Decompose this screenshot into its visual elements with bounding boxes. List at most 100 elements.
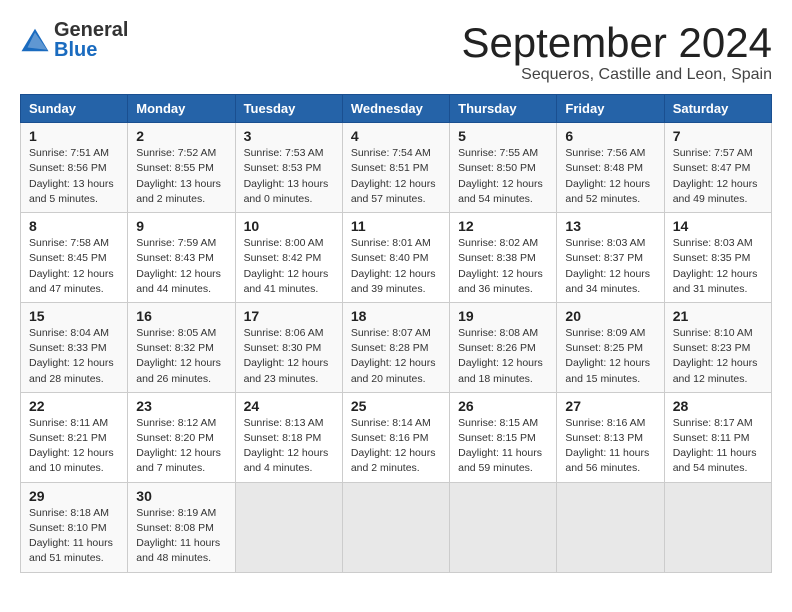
calendar-cell: 24Sunrise: 8:13 AMSunset: 8:18 PMDayligh… <box>235 392 342 482</box>
day-info: Sunrise: 8:00 AMSunset: 8:42 PMDaylight:… <box>244 236 334 297</box>
day-info: Sunrise: 8:16 AMSunset: 8:13 PMDaylight:… <box>565 416 655 477</box>
calendar-cell: 18Sunrise: 8:07 AMSunset: 8:28 PMDayligh… <box>342 302 449 392</box>
calendar-cell: 4 Sunrise: 7:54 AMSunset: 8:51 PMDaylight… <box>342 123 449 213</box>
calendar-week-row: 1 Sunrise: 7:51 AMSunset: 8:56 PMDaylight… <box>21 123 772 213</box>
logo-general: General <box>54 20 128 40</box>
day-info: Sunrise: 8:06 AMSunset: 8:30 PMDaylight:… <box>244 326 334 387</box>
logo-icon <box>20 25 50 55</box>
day-number: 29 <box>29 488 119 504</box>
day-info: Sunrise: 8:08 AMSunset: 8:26 PMDaylight:… <box>458 326 548 387</box>
header: General Blue September 2024 Sequeros, Ca… <box>20 20 772 84</box>
col-header-tuesday: Tuesday <box>235 95 342 123</box>
calendar-header-row: SundayMondayTuesdayWednesdayThursdayFrid… <box>21 95 772 123</box>
logo-blue: Blue <box>54 40 128 60</box>
day-number: 7 <box>673 128 763 144</box>
calendar-week-row: 15 Sunrise: 8:04 AMSunset: 8:33 PMDayligh… <box>21 302 772 392</box>
day-info: Sunrise: 8:14 AMSunset: 8:16 PMDaylight:… <box>351 416 441 477</box>
day-info: Sunrise: 8:18 AMSunset: 8:10 PMDaylight:… <box>29 506 119 567</box>
day-info: Sunrise: 7:59 AMSunset: 8:43 PMDaylight:… <box>136 236 226 297</box>
day-info: Sunrise: 8:03 AMSunset: 8:37 PMDaylight:… <box>565 236 655 297</box>
day-number: 13 <box>565 218 655 234</box>
calendar-cell: 8 Sunrise: 7:58 AMSunset: 8:45 PMDaylight… <box>21 213 128 303</box>
calendar-week-row: 22 Sunrise: 8:11 AMSunset: 8:21 PMDayligh… <box>21 392 772 482</box>
col-header-saturday: Saturday <box>664 95 771 123</box>
calendar-cell: 14 Sunrise: 8:03 AMSunset: 8:35 PMDayligh… <box>664 213 771 303</box>
col-header-sunday: Sunday <box>21 95 128 123</box>
calendar-table: SundayMondayTuesdayWednesdayThursdayFrid… <box>20 94 772 572</box>
calendar-cell: 29 Sunrise: 8:18 AMSunset: 8:10 PMDayligh… <box>21 482 128 572</box>
day-number: 23 <box>136 398 226 414</box>
day-number: 17 <box>244 308 334 324</box>
month-title: September 2024 <box>461 20 772 66</box>
calendar-cell: 26Sunrise: 8:15 AMSunset: 8:15 PMDayligh… <box>450 392 557 482</box>
day-number: 10 <box>244 218 334 234</box>
calendar-cell <box>342 482 449 572</box>
day-number: 24 <box>244 398 334 414</box>
calendar-cell: 1 Sunrise: 7:51 AMSunset: 8:56 PMDaylight… <box>21 123 128 213</box>
day-info: Sunrise: 8:03 AMSunset: 8:35 PMDaylight:… <box>673 236 763 297</box>
calendar-cell: 27 Sunrise: 8:16 AMSunset: 8:13 PMDayligh… <box>557 392 664 482</box>
col-header-wednesday: Wednesday <box>342 95 449 123</box>
day-info: Sunrise: 8:01 AMSunset: 8:40 PMDaylight:… <box>351 236 441 297</box>
day-number: 19 <box>458 308 548 324</box>
calendar-cell: 25 Sunrise: 8:14 AMSunset: 8:16 PMDayligh… <box>342 392 449 482</box>
title-section: September 2024 Sequeros, Castille and Le… <box>461 20 772 84</box>
day-number: 25 <box>351 398 441 414</box>
day-number: 21 <box>673 308 763 324</box>
day-info: Sunrise: 7:51 AMSunset: 8:56 PMDaylight:… <box>29 146 119 207</box>
location-title: Sequeros, Castille and Leon, Spain <box>461 66 772 84</box>
day-info: Sunrise: 8:04 AMSunset: 8:33 PMDaylight:… <box>29 326 119 387</box>
day-number: 30 <box>136 488 226 504</box>
day-number: 2 <box>136 128 226 144</box>
day-number: 1 <box>29 128 119 144</box>
calendar-cell: 22 Sunrise: 8:11 AMSunset: 8:21 PMDayligh… <box>21 392 128 482</box>
calendar-cell: 17 Sunrise: 8:06 AMSunset: 8:30 PMDayligh… <box>235 302 342 392</box>
day-number: 15 <box>29 308 119 324</box>
col-header-thursday: Thursday <box>450 95 557 123</box>
day-info: Sunrise: 8:11 AMSunset: 8:21 PMDaylight:… <box>29 416 119 477</box>
calendar-cell: 16Sunrise: 8:05 AMSunset: 8:32 PMDayligh… <box>128 302 235 392</box>
day-number: 20 <box>565 308 655 324</box>
day-info: Sunrise: 8:02 AMSunset: 8:38 PMDaylight:… <box>458 236 548 297</box>
calendar-cell: 3Sunrise: 7:53 AMSunset: 8:53 PMDaylight… <box>235 123 342 213</box>
calendar-cell <box>664 482 771 572</box>
calendar-cell: 28Sunrise: 8:17 AMSunset: 8:11 PMDayligh… <box>664 392 771 482</box>
day-info: Sunrise: 8:17 AMSunset: 8:11 PMDaylight:… <box>673 416 763 477</box>
calendar-cell <box>450 482 557 572</box>
calendar-cell: 10 Sunrise: 8:00 AMSunset: 8:42 PMDayligh… <box>235 213 342 303</box>
day-number: 9 <box>136 218 226 234</box>
calendar-cell: 11 Sunrise: 8:01 AMSunset: 8:40 PMDayligh… <box>342 213 449 303</box>
day-info: Sunrise: 8:09 AMSunset: 8:25 PMDaylight:… <box>565 326 655 387</box>
calendar-cell: 12Sunrise: 8:02 AMSunset: 8:38 PMDayligh… <box>450 213 557 303</box>
logo-text: General Blue <box>54 20 128 60</box>
calendar-cell <box>557 482 664 572</box>
day-number: 26 <box>458 398 548 414</box>
day-number: 8 <box>29 218 119 234</box>
day-number: 14 <box>673 218 763 234</box>
calendar-cell: 13 Sunrise: 8:03 AMSunset: 8:37 PMDayligh… <box>557 213 664 303</box>
calendar-cell: 21 Sunrise: 8:10 AMSunset: 8:23 PMDayligh… <box>664 302 771 392</box>
calendar-cell: 2 Sunrise: 7:52 AMSunset: 8:55 PMDaylight… <box>128 123 235 213</box>
day-info: Sunrise: 7:54 AMSunset: 8:51 PMDaylight:… <box>351 146 441 207</box>
calendar-cell: 6Sunrise: 7:56 AMSunset: 8:48 PMDaylight… <box>557 123 664 213</box>
calendar-cell: 30 Sunrise: 8:19 AMSunset: 8:08 PMDayligh… <box>128 482 235 572</box>
day-info: Sunrise: 8:19 AMSunset: 8:08 PMDaylight:… <box>136 506 226 567</box>
day-info: Sunrise: 7:58 AMSunset: 8:45 PMDaylight:… <box>29 236 119 297</box>
day-info: Sunrise: 8:10 AMSunset: 8:23 PMDaylight:… <box>673 326 763 387</box>
day-number: 5 <box>458 128 548 144</box>
col-header-monday: Monday <box>128 95 235 123</box>
day-info: Sunrise: 8:12 AMSunset: 8:20 PMDaylight:… <box>136 416 226 477</box>
day-info: Sunrise: 7:56 AMSunset: 8:48 PMDaylight:… <box>565 146 655 207</box>
calendar-cell: 15 Sunrise: 8:04 AMSunset: 8:33 PMDayligh… <box>21 302 128 392</box>
calendar-cell: 19 Sunrise: 8:08 AMSunset: 8:26 PMDayligh… <box>450 302 557 392</box>
day-number: 16 <box>136 308 226 324</box>
day-info: Sunrise: 7:57 AMSunset: 8:47 PMDaylight:… <box>673 146 763 207</box>
day-number: 27 <box>565 398 655 414</box>
day-info: Sunrise: 7:52 AMSunset: 8:55 PMDaylight:… <box>136 146 226 207</box>
calendar-cell: 5Sunrise: 7:55 AMSunset: 8:50 PMDaylight… <box>450 123 557 213</box>
calendar-week-row: 29 Sunrise: 8:18 AMSunset: 8:10 PMDayligh… <box>21 482 772 572</box>
day-number: 22 <box>29 398 119 414</box>
day-number: 4 <box>351 128 441 144</box>
day-number: 11 <box>351 218 441 234</box>
col-header-friday: Friday <box>557 95 664 123</box>
